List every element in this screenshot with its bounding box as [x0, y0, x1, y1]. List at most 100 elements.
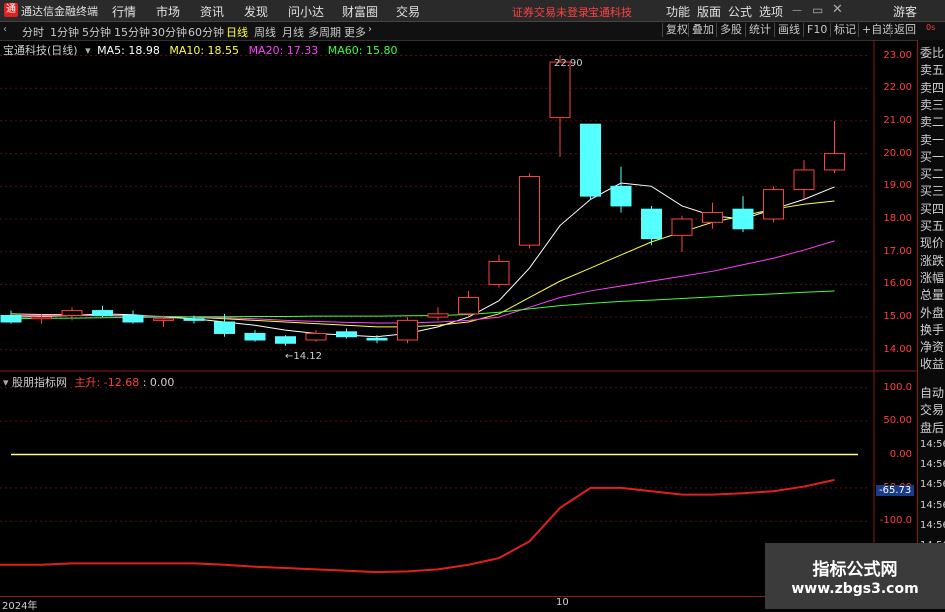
candle-body: [366, 337, 388, 341]
side-panel-item[interactable]: 自动: [920, 386, 944, 400]
menu-item-news[interactable]: 资讯: [200, 3, 224, 20]
tab-weekly[interactable]: 周线: [254, 24, 276, 40]
y-tick-label: 23.00: [883, 49, 912, 61]
menu-item-function[interactable]: 功能: [666, 3, 690, 20]
candle-body: [0, 314, 22, 323]
indicator-extra-value: : 0.00: [142, 376, 175, 389]
candle-body: [702, 211, 723, 223]
button-overlay[interactable]: 叠加: [688, 23, 717, 37]
minimize-icon[interactable]: —: [792, 5, 802, 16]
button-statistics[interactable]: 统计: [745, 23, 774, 37]
indicator-y-tick-label: 0.00: [889, 448, 912, 460]
side-panel-item[interactable]: 卖四: [920, 81, 944, 95]
kline-chart[interactable]: [0, 40, 917, 609]
indicator-title[interactable]: 股朋指标网: [12, 376, 67, 389]
quote-side-panel[interactable]: 委比卖五卖四卖三卖二卖一买一买二买三买四买五现价涨跌涨幅总量外盘换手净资收益自动…: [917, 40, 945, 609]
candle-body: [427, 313, 449, 318]
menu-item-formula[interactable]: 公式: [728, 3, 752, 20]
menu-item-options[interactable]: 选项: [759, 3, 783, 20]
side-panel-item[interactable]: 总量: [920, 288, 944, 302]
side-panel-item[interactable]: 净资: [920, 340, 944, 354]
restore-icon[interactable]: ▭: [812, 3, 823, 17]
side-panel-item[interactable]: 盘后: [920, 421, 944, 435]
candle-body: [31, 316, 52, 320]
indicator-menu-icon[interactable]: ▾: [3, 376, 9, 389]
tab-60min[interactable]: 60分钟: [188, 24, 224, 40]
side-panel-item[interactable]: 换手: [920, 323, 944, 337]
side-panel-item[interactable]: 外盘: [920, 306, 944, 320]
y-tick-label: 19.00: [883, 180, 912, 192]
side-panel-item[interactable]: 买一: [920, 150, 944, 164]
menu-item-ask[interactable]: 问小达: [288, 3, 324, 20]
chevron-right-icon[interactable]: ›: [368, 24, 372, 35]
side-panel-top-icon[interactable]: 0s: [926, 24, 935, 32]
button-adjust[interactable]: 复权: [662, 23, 691, 37]
candle-body: [671, 218, 693, 236]
y-tick-label: 22.00: [883, 82, 912, 94]
tab-timeshare[interactable]: 分时: [22, 24, 44, 40]
watermark-url: www.zbgs3.com: [791, 581, 919, 597]
y-tick-label: 16.00: [883, 278, 912, 290]
close-icon[interactable]: ✕: [832, 2, 843, 17]
candle-body: [549, 61, 571, 119]
menu-item-trade[interactable]: 交易: [396, 3, 420, 20]
side-panel-item[interactable]: 买五: [920, 219, 944, 233]
tab-daily[interactable]: 日线: [226, 24, 248, 40]
candle-body: [336, 331, 357, 338]
tab-15min[interactable]: 15分钟: [114, 24, 150, 40]
candle-body: [641, 208, 662, 240]
collapse-icon[interactable]: ‹: [3, 24, 7, 35]
side-panel-item[interactable]: 买四: [920, 202, 944, 216]
side-panel-item[interactable]: 卖二: [920, 115, 944, 129]
menu-item-quotes[interactable]: 行情: [112, 3, 136, 20]
guest-label[interactable]: 游客: [893, 3, 917, 20]
candle-body: [824, 153, 845, 171]
side-panel-item[interactable]: 买三: [920, 184, 944, 198]
side-panel-item[interactable]: 收益: [920, 357, 944, 371]
candle-body: [275, 336, 296, 344]
tab-multi-period[interactable]: 多周期: [308, 24, 341, 40]
side-panel-item[interactable]: 涨幅: [920, 271, 944, 285]
side-panel-item[interactable]: 交易: [920, 403, 944, 417]
menu-item-layout[interactable]: 版面: [697, 3, 721, 20]
side-panel-item[interactable]: 委比: [920, 46, 944, 60]
side-panel-item[interactable]: 涨跌: [920, 254, 944, 268]
side-panel-item[interactable]: 卖五: [920, 63, 944, 77]
side-panel-item[interactable]: 14:56: [920, 499, 945, 513]
menu-item-discover[interactable]: 发现: [244, 3, 268, 20]
candle-body: [214, 321, 235, 334]
candle-body: [519, 175, 540, 246]
menu-item-market[interactable]: 市场: [156, 3, 180, 20]
side-panel-item[interactable]: 14:56: [920, 478, 945, 492]
ma5-line: [10, 182, 835, 338]
side-panel-item[interactable]: 买二: [920, 167, 944, 181]
button-back[interactable]: 返回: [890, 23, 919, 37]
indicator-y-tick-label: -100.0: [879, 515, 912, 527]
tab-30min[interactable]: 30分钟: [151, 24, 187, 40]
button-multi-stock[interactable]: 多股: [716, 23, 745, 37]
side-panel-item[interactable]: 卖一: [920, 133, 944, 147]
tab-monthly[interactable]: 月线: [282, 24, 304, 40]
y-tick-label: 15.00: [883, 311, 912, 323]
side-panel-item[interactable]: 卖三: [920, 98, 944, 112]
candle-body: [580, 123, 601, 197]
indicator-header: ▾ 股朋指标网 主升: -12.68 : 0.00: [3, 374, 174, 390]
side-panel-item[interactable]: 现价: [920, 236, 944, 250]
tab-5min[interactable]: 5分钟: [82, 24, 111, 40]
tab-1min[interactable]: 1分钟: [50, 24, 79, 40]
candle-body: [397, 319, 418, 341]
side-panel-item[interactable]: 14:56: [920, 438, 945, 452]
candle-body: [458, 296, 479, 315]
candle-body: [244, 332, 266, 341]
button-f10[interactable]: F10: [803, 23, 830, 37]
side-panel-item[interactable]: 14:56: [920, 458, 945, 472]
button-draw-line[interactable]: 画线: [774, 23, 803, 37]
indicator-main-line: [0, 478, 835, 574]
side-panel-item[interactable]: 14:56: [920, 519, 945, 533]
button-mark[interactable]: 标记: [830, 23, 859, 37]
tab-more[interactable]: 更多: [344, 24, 366, 40]
menu-item-wealth[interactable]: 财富圈: [342, 3, 378, 20]
candle-body: [793, 169, 815, 191]
indicator-current-tag: -65.73: [876, 485, 915, 496]
login-notice[interactable]: 证券交易未登录: [512, 4, 589, 20]
